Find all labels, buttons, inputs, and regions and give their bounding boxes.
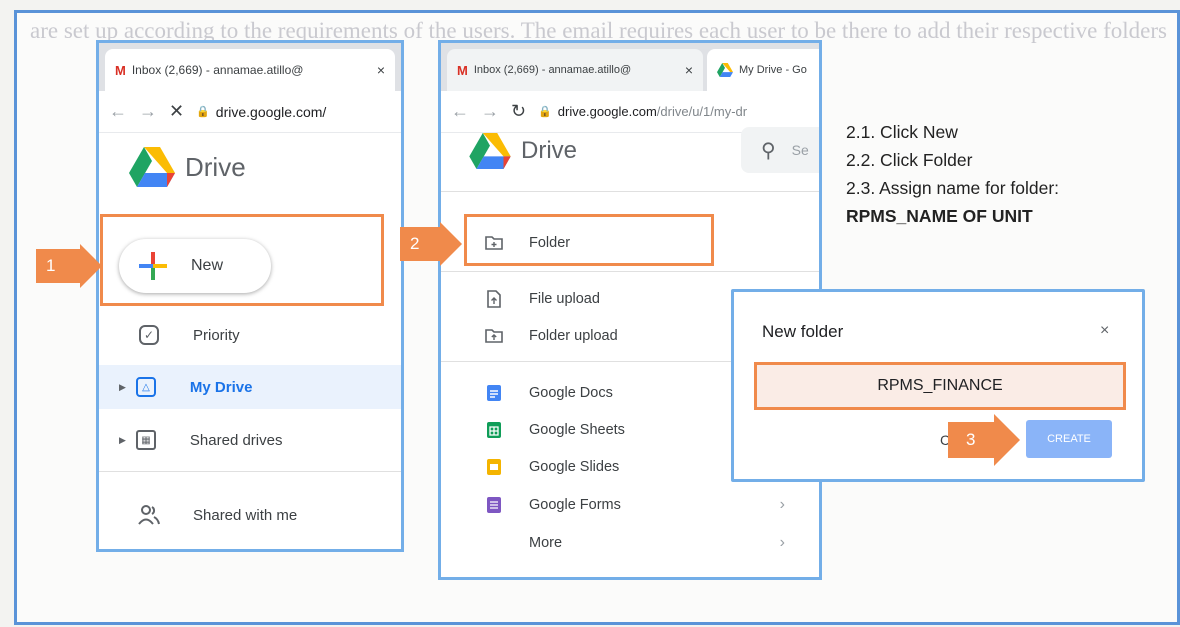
callout-arrow-1: 1 xyxy=(36,244,102,288)
google-forms-icon xyxy=(487,497,501,513)
chevron-right-icon: › xyxy=(779,534,785,551)
tab-close-button[interactable]: × xyxy=(377,62,385,78)
search-box[interactable]: ⚲ Se xyxy=(741,127,819,173)
url-field[interactable]: 🔒 drive.google.com/drive/u/1/my-dr xyxy=(538,104,747,119)
reload-icon[interactable]: ↻ xyxy=(511,101,526,122)
folder-name-input[interactable]: RPMS_FINANCE xyxy=(754,362,1126,410)
url-text: drive.google.com/ xyxy=(215,103,327,120)
dialog-title: New folder xyxy=(762,322,844,341)
file-upload-icon xyxy=(487,290,501,308)
stop-icon[interactable]: ✕ xyxy=(169,101,184,122)
nav-label: Shared drives xyxy=(189,431,283,449)
drive-title: Drive xyxy=(521,137,578,164)
menu-label: Folder upload xyxy=(529,328,618,344)
url-host: drive.google.com xyxy=(557,104,657,119)
people-icon xyxy=(138,505,160,525)
back-icon[interactable]: ← xyxy=(451,101,469,122)
tab-title: Inbox (2,669) - annamae.atillo@ xyxy=(131,63,304,77)
instruction-step-3: 2.3. Assign name for folder: xyxy=(846,178,1060,198)
menu-label: More xyxy=(529,535,563,551)
tab-close-button[interactable]: × xyxy=(685,62,693,78)
chevron-right-icon: › xyxy=(779,496,785,513)
tab-strip: M Inbox (2,669) - annamae.atillo@ × My D… xyxy=(441,43,819,91)
dialog-close-button[interactable]: × xyxy=(1100,322,1109,340)
menu-label: Google Slides xyxy=(529,459,620,475)
search-icon: ⚲ xyxy=(761,139,776,162)
nav-item-my-drive[interactable]: ▶ △ My Drive xyxy=(99,365,401,409)
address-bar: ← → ✕ 🔒 drive.google.com/ xyxy=(99,91,401,133)
forward-icon[interactable]: → xyxy=(139,101,157,122)
google-slides-icon xyxy=(487,459,501,475)
tab-inbox[interactable]: M Inbox (2,669) - annamae.atillo@ × xyxy=(447,49,703,91)
nav-label: Shared with me xyxy=(193,506,298,524)
menu-item-google-forms[interactable]: Google Forms › xyxy=(441,487,819,523)
instruction-step-1: 2.1. Click New xyxy=(846,122,958,142)
menu-label: File upload xyxy=(529,291,600,307)
drive-logo: Drive xyxy=(469,133,577,169)
expand-arrow-icon[interactable]: ▶ xyxy=(119,435,126,446)
folder-name-value: RPMS_FINANCE xyxy=(877,377,1003,394)
folder-upload-icon xyxy=(485,329,503,343)
shared-drives-icon: ▦ xyxy=(135,430,156,450)
arrowhead-icon xyxy=(80,244,102,288)
callout-arrow-2: 2 xyxy=(400,222,462,266)
create-button-label: CREATE xyxy=(1047,433,1091,445)
drive-title: Drive xyxy=(185,151,246,182)
drive-icon xyxy=(129,147,175,187)
nav-item-priority[interactable]: ✓ Priority xyxy=(99,313,401,357)
lock-icon: 🔒 xyxy=(196,106,210,118)
drive-logo: Drive xyxy=(129,147,246,187)
highlight-box-folder xyxy=(464,214,714,266)
google-docs-icon xyxy=(487,385,501,401)
tab-inbox[interactable]: M Inbox (2,669) - annamae.atillo@ × xyxy=(105,49,395,91)
arrowhead-icon xyxy=(440,222,462,266)
menu-item-more[interactable]: More › xyxy=(441,525,819,561)
nav-item-shared-with-me[interactable]: Shared with me xyxy=(99,493,401,537)
expand-arrow-icon[interactable]: ▶ xyxy=(119,382,126,393)
drive-icon xyxy=(469,133,511,169)
menu-label: Google Sheets xyxy=(529,422,625,438)
gmail-icon: M xyxy=(115,62,126,78)
callout-arrow-3: 3 xyxy=(948,414,1020,466)
tab-title: My Drive - Go xyxy=(739,64,807,76)
tab-title: Inbox (2,669) - annamae.atillo@ xyxy=(473,64,632,76)
callout-number-1: 1 xyxy=(36,249,80,283)
priority-icon: ✓ xyxy=(139,325,159,345)
nav-divider xyxy=(99,471,401,472)
new-folder-dialog: New folder × RPMS_FINANCE C CREATE xyxy=(731,289,1145,482)
drive-icon xyxy=(717,63,733,77)
gmail-icon: M xyxy=(457,62,468,78)
tab-strip: M Inbox (2,669) - annamae.atillo@ × xyxy=(99,43,401,91)
lock-icon: 🔒 xyxy=(538,106,552,118)
nav-item-shared-drives[interactable]: ▶ ▦ Shared drives xyxy=(99,418,401,462)
nav-label: My Drive xyxy=(189,378,253,396)
create-button[interactable]: CREATE xyxy=(1026,420,1112,458)
my-drive-icon: △ xyxy=(135,377,156,397)
arrowhead-icon xyxy=(994,414,1020,466)
instructions: 2.1. Click New 2.2. Click Folder 2.3. As… xyxy=(846,118,1166,230)
folder-name-format: RPMS_NAME OF UNIT xyxy=(846,206,1033,226)
tab-my-drive[interactable]: My Drive - Go xyxy=(707,49,819,91)
url-path: /drive/u/1/my-dr xyxy=(656,104,748,119)
nav-label: Priority xyxy=(193,326,240,344)
instruction-step-2: 2.2. Click Folder xyxy=(846,150,973,170)
menu-label: Google Forms xyxy=(529,497,621,513)
callout-number-3: 3 xyxy=(948,422,994,458)
header-divider xyxy=(441,191,819,192)
highlight-box-new xyxy=(100,214,384,306)
search-placeholder: Se xyxy=(791,142,809,158)
menu-divider xyxy=(441,271,819,272)
google-sheets-icon xyxy=(487,422,501,438)
callout-number-2: 2 xyxy=(400,227,440,261)
forward-icon[interactable]: → xyxy=(481,101,499,122)
menu-label: Google Docs xyxy=(529,385,613,401)
url-field[interactable]: 🔒 drive.google.com/ xyxy=(196,104,326,120)
back-icon[interactable]: ← xyxy=(109,101,127,122)
